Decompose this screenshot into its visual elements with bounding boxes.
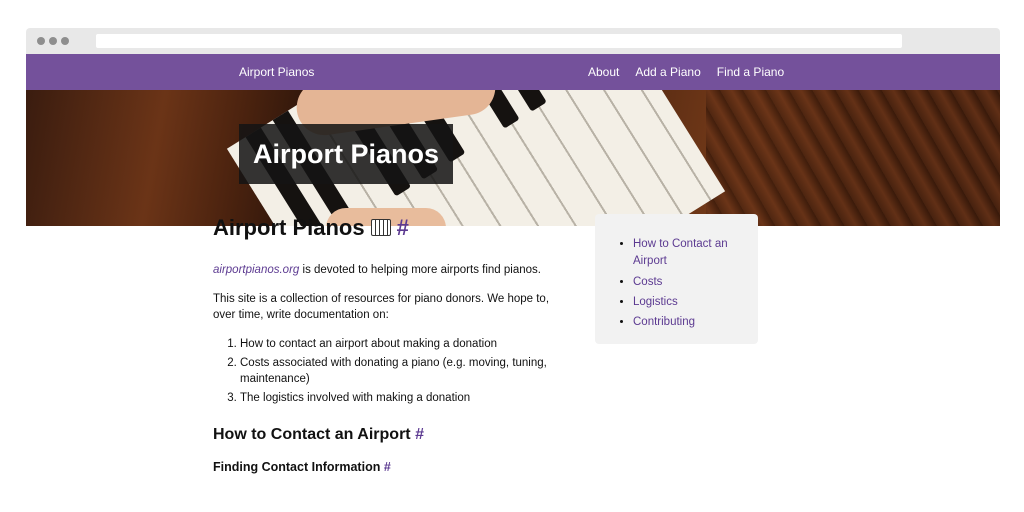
- nav-links: About Add a Piano Find a Piano: [588, 65, 784, 79]
- subsection-anchor-link[interactable]: #: [384, 460, 391, 474]
- nav-link-about[interactable]: About: [588, 65, 619, 79]
- hero-wood-texture: [706, 90, 1000, 226]
- section-anchor-link[interactable]: #: [415, 426, 424, 443]
- nav-link-add-piano[interactable]: Add a Piano: [635, 65, 700, 79]
- nav-link-find-piano[interactable]: Find a Piano: [717, 65, 784, 79]
- toc-link-contact[interactable]: How to Contact an Airport: [633, 238, 728, 267]
- toc-item: Costs: [633, 274, 746, 291]
- toc-link-costs[interactable]: Costs: [633, 276, 662, 288]
- subsection-heading: Finding Contact Information #: [213, 458, 573, 476]
- subsection-heading-text: Finding Contact Information: [213, 459, 381, 474]
- list-item: The logistics involved with making a don…: [240, 390, 573, 407]
- browser-chrome: [26, 28, 1000, 54]
- hero-title: Airport Pianos: [239, 124, 454, 184]
- list-item: Costs associated with donating a piano (…: [240, 355, 573, 388]
- intro-paragraph: airportpianos.org is devoted to helping …: [213, 262, 573, 279]
- toc-item: Logistics: [633, 294, 746, 311]
- window-close-dot[interactable]: [37, 37, 45, 45]
- toc-item: Contributing: [633, 314, 746, 331]
- site-link[interactable]: airportpianos.org: [213, 264, 299, 276]
- section-heading: How to Contact an Airport #: [213, 423, 573, 446]
- window-minimize-dot[interactable]: [49, 37, 57, 45]
- main-content: Airport Pianos # airportpianos.org is de…: [213, 200, 573, 476]
- intro-text: is devoted to helping more airports find…: [299, 263, 541, 276]
- address-bar[interactable]: [96, 34, 902, 48]
- section-heading-text: How to Contact an Airport: [213, 425, 411, 443]
- window-zoom-dot[interactable]: [61, 37, 69, 45]
- toc-link-contributing[interactable]: Contributing: [633, 316, 695, 328]
- toc-link-logistics[interactable]: Logistics: [633, 296, 678, 308]
- nav-brand-link[interactable]: Airport Pianos: [239, 65, 314, 79]
- site-navbar: Airport Pianos About Add a Piano Find a …: [26, 54, 1000, 90]
- table-of-contents: How to Contact an Airport Costs Logistic…: [595, 214, 758, 344]
- toc-item: How to Contact an Airport: [633, 236, 746, 271]
- page-title-text: Airport Pianos: [213, 215, 365, 240]
- page-title: Airport Pianos #: [213, 212, 573, 244]
- description-paragraph: This site is a collection of resources f…: [213, 292, 550, 322]
- piano-keyboard-icon: [370, 219, 391, 237]
- title-anchor-link[interactable]: #: [397, 212, 409, 244]
- list-item: How to contact an airport about making a…: [240, 336, 573, 353]
- documentation-list: How to contact an airport about making a…: [213, 336, 573, 407]
